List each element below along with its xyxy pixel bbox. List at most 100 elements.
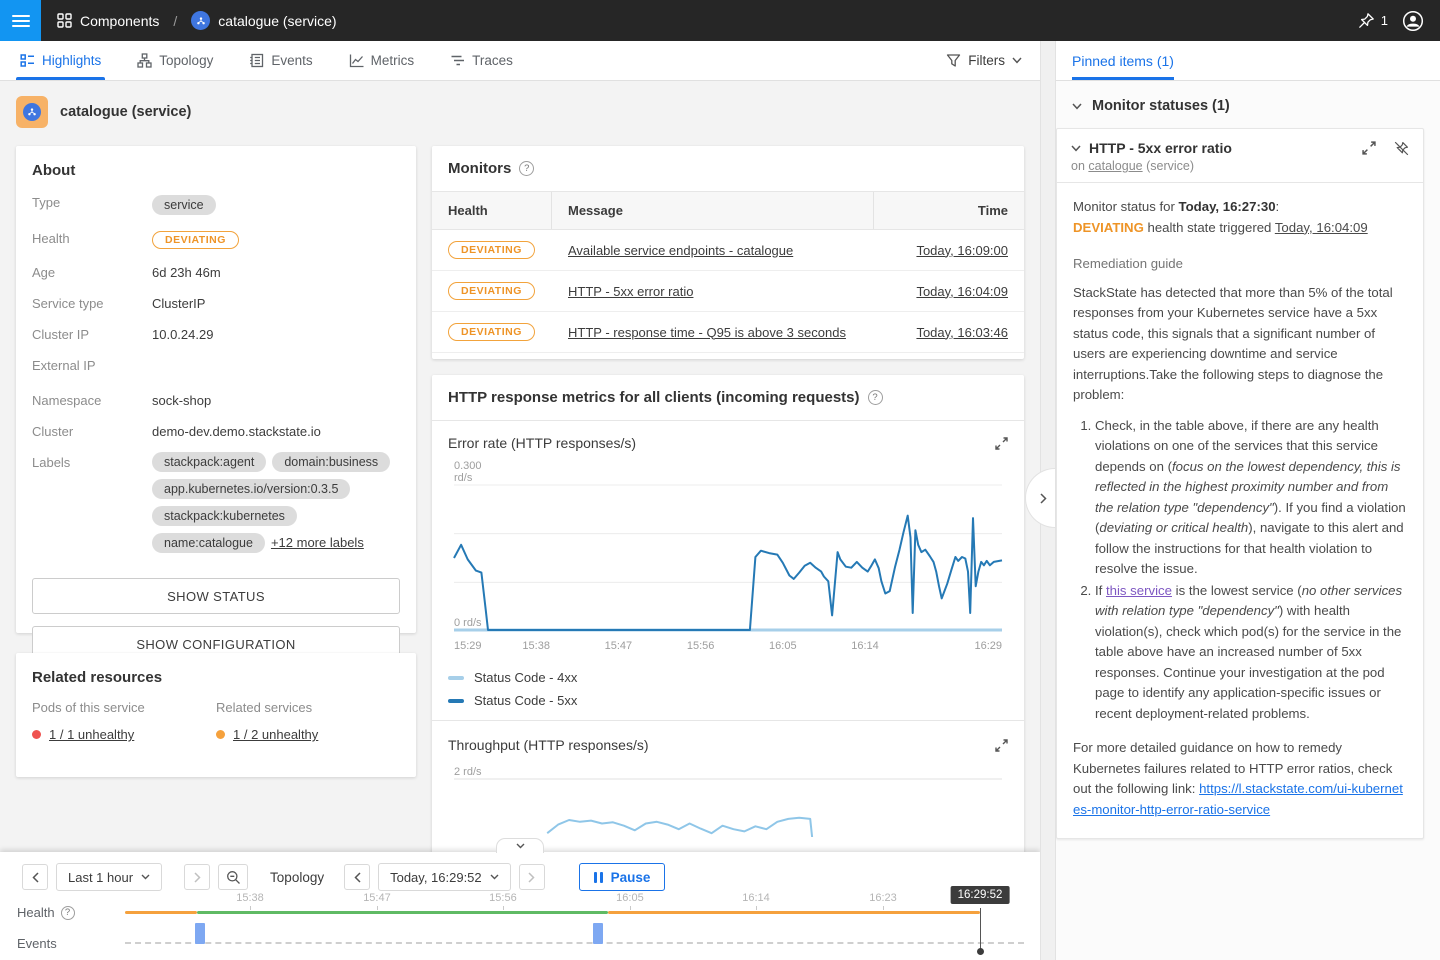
services-unhealthy-link[interactable]: 1 / 2 unhealthy [233,727,318,742]
monitor-health-badge: DEVIATING [448,282,535,300]
tab-metrics[interactable]: Metrics [345,41,419,80]
tab-events[interactable]: Events [245,41,316,80]
tab-highlights[interactable]: Highlights [16,41,105,80]
more-labels-link[interactable]: +12 more labels [271,535,364,550]
avatar[interactable] [1402,10,1424,32]
events-row-label: Events [17,936,57,951]
monitor-message-link[interactable]: Available service endpoints - catalogue [568,243,793,258]
chevron-down-icon [490,874,499,880]
remediation-intro: StackState has detected that more than 5… [1073,283,1407,406]
monitor-time-link[interactable]: Today, 16:04:09 [916,284,1008,299]
time-back-button[interactable] [344,864,370,890]
http-metrics-help-icon[interactable]: ? [868,390,883,405]
age-value: 6d 23h 46m [152,262,221,280]
highlights-content: catalogue (service) About Type service H… [0,82,1040,960]
timeline-tick-mark [377,906,378,910]
service-type-label: Service type [32,293,152,311]
monitor-health-badge: DEVIATING [448,241,535,259]
monitor-statuses-collapse-chevron[interactable] [1072,103,1082,110]
show-status-button[interactable]: SHOW STATUS [32,578,400,614]
zoom-out-button[interactable] [218,864,248,890]
playhead-line [980,908,981,950]
legend-item-5xx: Status Code - 5xx [448,693,1008,708]
chart-legend: Status Code - 4xx Status Code - 5xx [432,658,1024,721]
timeline-track[interactable]: 16:29:52 15:3815:4715:5616:0516:1416:23 [125,892,1032,960]
pinned-monitor-title: HTTP - 5xx error ratio [1089,140,1354,156]
this-service-link[interactable]: this service [1106,583,1172,598]
monitors-table-header: Health Message Time [432,192,1024,230]
timeline-tick-mark [883,906,884,910]
namespace-value: sock-shop [152,390,211,408]
hamburger-menu-button[interactable] [0,0,41,41]
about-title: About [32,162,400,179]
cluster-value: demo-dev.demo.stackstate.io [152,421,321,439]
time-range-dropdown[interactable]: Last 1 hour [56,863,162,891]
chevron-down-icon [141,874,150,880]
playhead-dot[interactable] [977,948,984,955]
pause-label: Pause [611,870,651,885]
health-segment-deviating [608,911,980,914]
label-chip: domain:business [272,452,390,472]
error-rate-chart-title: Error rate (HTTP responses/s) [448,435,636,451]
tab-topology[interactable]: Topology [133,41,217,80]
monitors-help-icon[interactable]: ? [519,161,534,176]
monitor-message-link[interactable]: HTTP - response time - Q95 is above 3 se… [568,325,846,340]
expand-icon[interactable] [1362,141,1376,155]
tab-pinned-items[interactable]: Pinned items (1) [1072,41,1174,80]
breadcrumb-components-link[interactable]: Components [80,13,159,29]
filters-button[interactable]: Filters [946,41,1022,80]
range-back-button[interactable] [22,864,48,890]
timeline-tick-mark [756,906,757,910]
tab-highlights-label: Highlights [42,53,101,68]
health-segment-healthy [197,911,608,914]
col-message: Message [552,192,874,229]
svg-text:15:38: 15:38 [522,640,550,652]
monitor-time-link[interactable]: Today, 16:09:00 [916,243,1008,258]
timeline-tick-mark [250,906,251,910]
throughput-chart: 2 rd/s [432,759,1024,840]
critical-dot [32,730,41,739]
pods-unhealthy-link[interactable]: 1 / 1 unhealthy [49,727,134,742]
range-forward-button[interactable] [184,864,210,890]
monitor-row[interactable]: DEVIATING HTTP - response time - Q95 is a… [432,312,1024,353]
remediation-step-2: If this service is the lowest service (n… [1095,581,1407,725]
expand-icon[interactable] [995,437,1008,450]
tab-metrics-label: Metrics [371,53,415,68]
pause-button[interactable]: Pause [579,863,666,891]
time-forward-button[interactable] [519,864,545,890]
top-bar: Components / catalogue (service) 1 [0,0,1440,41]
pods-label: Pods of this service [32,700,216,715]
events-icon [249,53,264,68]
app-root: Components / catalogue (service) 1 [0,0,1440,960]
health-help-icon[interactable]: ? [61,906,75,920]
monitor-row[interactable]: DEVIATING Available service endpoints - c… [432,230,1024,271]
legend-label-5xx: Status Code - 5xx [474,693,577,708]
pinned-items-button[interactable]: 1 [1358,12,1388,29]
error-rate-chart: 0.300rd/s0 rd/s15:2915:3815:4715:5616:05… [432,457,1024,658]
triggered-time-link[interactable]: Today, 16:04:09 [1275,220,1368,235]
event-marker[interactable] [195,923,205,944]
timeline-collapse-tab[interactable] [496,838,544,853]
current-time-dropdown[interactable]: Today, 16:29:52 [378,863,511,891]
pause-icon [594,872,603,883]
tab-traces[interactable]: Traces [446,41,517,80]
monitor-time-link[interactable]: Today, 16:03:46 [916,325,1008,340]
component-link[interactable]: catalogue [1088,159,1142,173]
remediation-guide-title: Remediation guide [1073,254,1407,275]
monitor-row[interactable]: DEVIATING HTTP - 5xx error ratio Today, 16… [432,271,1024,312]
expand-icon[interactable] [995,739,1008,752]
tab-events-label: Events [271,53,312,68]
monitor-card-collapse-chevron[interactable] [1071,145,1081,152]
col-health: Health [432,192,552,229]
monitor-health-badge: DEVIATING [448,323,535,341]
labels-label: Labels [32,452,152,470]
deviating-dot [216,730,225,739]
remediation-step-1: Check, in the table above, if there are … [1095,416,1407,580]
legend-swatch-4xx [448,676,464,680]
traces-icon [450,53,465,68]
monitor-message-link[interactable]: HTTP - 5xx error ratio [568,284,693,299]
unpin-icon[interactable] [1394,141,1409,156]
tab-traces-label: Traces [472,53,513,68]
event-marker[interactable] [593,923,603,944]
related-services-label: Related services [216,700,400,715]
